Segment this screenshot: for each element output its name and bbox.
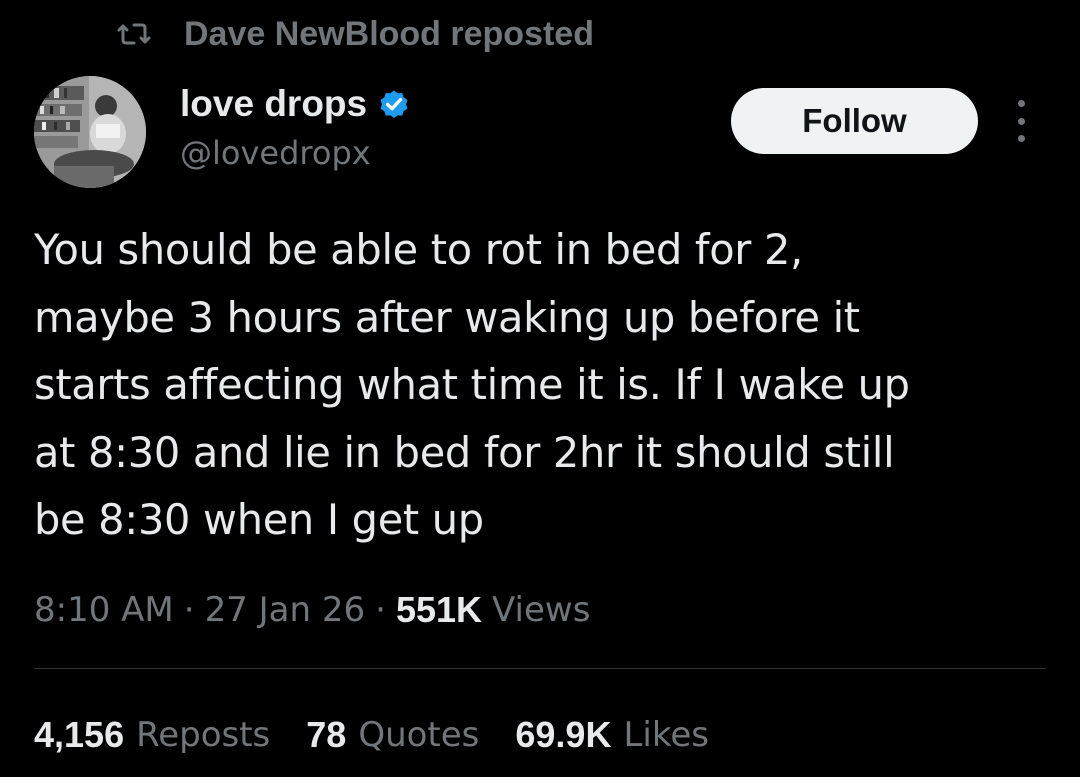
author-name-row: love drops [180, 82, 411, 126]
avatar-photo [34, 76, 146, 188]
meta-separator: · [183, 590, 195, 630]
avatar[interactable] [34, 76, 146, 188]
likes-stat[interactable]: 69.9K Likes [515, 714, 709, 756]
quotes-count: 78 [306, 714, 347, 755]
likes-count: 69.9K [515, 714, 612, 755]
repost-icon [114, 17, 154, 51]
tweet-meta: 8:10 AM · 27 Jan 26 · 551K Views [34, 585, 590, 635]
follow-button[interactable]: Follow [731, 88, 978, 154]
more-dot [1017, 100, 1025, 107]
tweet-text: You should be able to rot in bed for 2, … [34, 225, 910, 544]
repost-text: Dave NewBlood reposted [184, 14, 594, 53]
reposts-count: 4,156 [34, 714, 125, 755]
more-dot [1017, 135, 1025, 142]
more-vertical-icon[interactable] [1006, 100, 1036, 142]
reposts-stat[interactable]: 4,156 Reposts [34, 714, 270, 756]
quotes-label: Quotes [358, 715, 480, 755]
author-block[interactable]: love drops @lovedropx [180, 82, 411, 172]
views-count[interactable]: 551K [396, 589, 482, 631]
engagement-stats: 4,156 Reposts 78 Quotes 69.9K Likes [34, 710, 745, 760]
author-handle[interactable]: @lovedropx [180, 134, 411, 172]
tweet-time[interactable]: 8:10 AM [34, 590, 174, 630]
divider [34, 668, 1046, 669]
author-name[interactable]: love drops [180, 83, 367, 125]
more-dot [1017, 117, 1025, 125]
tweet-date[interactable]: 27 Jan 26 [205, 590, 366, 630]
reposts-label: Reposts [136, 715, 271, 755]
verified-badge-icon [377, 87, 411, 121]
meta-separator: · [375, 590, 386, 630]
likes-label: Likes [623, 715, 709, 755]
views-label: Views [492, 590, 591, 630]
quotes-stat[interactable]: 78 Quotes [306, 714, 479, 756]
repost-indicator[interactable]: Dave NewBlood reposted [114, 14, 594, 54]
